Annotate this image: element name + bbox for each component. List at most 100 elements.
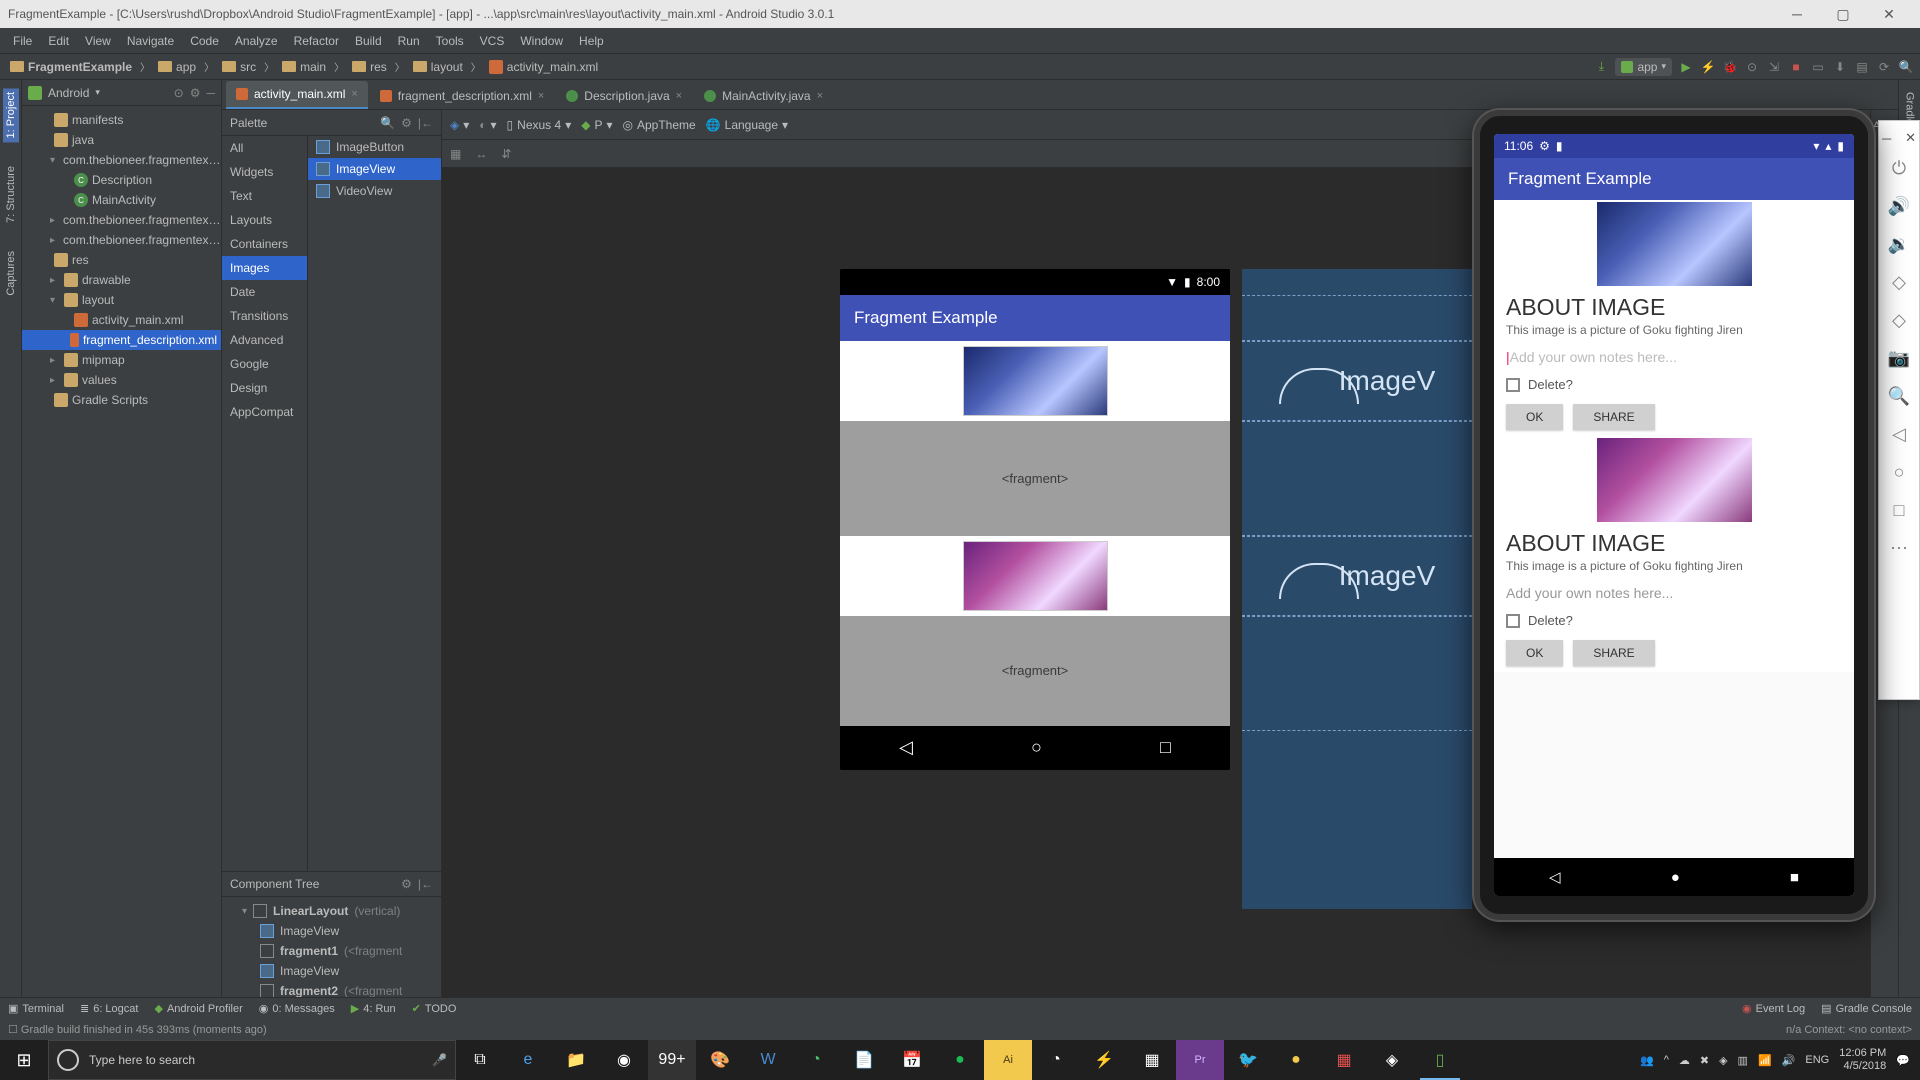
- hide-icon[interactable]: ─: [206, 86, 215, 100]
- close-button[interactable]: ✕: [1866, 0, 1912, 28]
- outlook-icon[interactable]: 99+: [648, 1040, 696, 1080]
- volume-down-icon[interactable]: 🔉: [1884, 227, 1914, 261]
- gradle-console-button[interactable]: ▤ Gradle Console: [1821, 1002, 1912, 1015]
- attach-button[interactable]: ⇲: [1766, 59, 1782, 75]
- pan-mode-icon[interactable]: ↔: [475, 147, 487, 161]
- home-icon[interactable]: ○: [1884, 455, 1914, 489]
- start-button[interactable]: ⊞: [0, 1040, 48, 1080]
- preview-fragment[interactable]: <fragment>: [840, 421, 1230, 536]
- tray-icon[interactable]: ▥: [1738, 1054, 1748, 1067]
- lang-indicator[interactable]: ENG: [1805, 1054, 1829, 1066]
- tree-item[interactable]: CDescription: [22, 170, 221, 190]
- camera-icon[interactable]: 📷: [1884, 341, 1914, 375]
- palette-category[interactable]: Layouts: [222, 208, 307, 232]
- component-tree-item[interactable]: fragment1 (<fragment: [222, 941, 441, 961]
- editor-tab[interactable]: fragment_description.xml×: [370, 83, 555, 109]
- chrome-icon[interactable]: ◉: [600, 1040, 648, 1080]
- editor-tab[interactable]: activity_main.xml×: [226, 81, 368, 109]
- gear-icon[interactable]: ⚙: [401, 877, 412, 891]
- whatsapp-icon[interactable]: ◔: [792, 1040, 840, 1080]
- tool-todo[interactable]: ✔ TODO: [412, 1002, 457, 1015]
- preview-fragment[interactable]: <fragment>: [840, 616, 1230, 726]
- menu-help[interactable]: Help: [572, 31, 611, 51]
- tool-messages[interactable]: ◉ 0: Messages: [259, 1002, 335, 1015]
- tab-structure[interactable]: 7: Structure: [3, 162, 19, 227]
- search-icon[interactable]: 🔍: [380, 116, 395, 130]
- ok-button[interactable]: OK: [1506, 640, 1563, 666]
- spotify-icon[interactable]: ●: [936, 1040, 984, 1080]
- orientation-dropdown[interactable]: ◐▾: [479, 118, 496, 132]
- device-dropdown[interactable]: ▯ Nexus 4 ▾: [507, 118, 572, 132]
- design-surface-dropdown[interactable]: ◈▾: [450, 118, 469, 132]
- palette-category[interactable]: Google: [222, 352, 307, 376]
- menu-window[interactable]: Window: [513, 31, 570, 51]
- app-icon[interactable]: 🐦: [1224, 1040, 1272, 1080]
- palette-item[interactable]: ImageButton: [308, 136, 441, 158]
- collapse-icon[interactable]: ⊙: [174, 86, 184, 100]
- delete-checkbox[interactable]: Delete?: [1494, 607, 1854, 634]
- menu-edit[interactable]: Edit: [41, 31, 76, 51]
- editor-tab[interactable]: MainActivity.java×: [694, 83, 833, 109]
- preview-imageview[interactable]: [840, 341, 1230, 421]
- share-button[interactable]: SHARE: [1573, 404, 1654, 430]
- tab-captures[interactable]: Captures: [3, 247, 19, 300]
- delete-checkbox[interactable]: Delete?: [1494, 371, 1854, 398]
- sdk-button[interactable]: ⬇: [1832, 59, 1848, 75]
- instant-run-icon[interactable]: ⚡: [1700, 59, 1716, 75]
- palette-category[interactable]: Images: [222, 256, 307, 280]
- menu-view[interactable]: View: [78, 31, 118, 51]
- build-icon[interactable]: ⤓: [1593, 59, 1609, 75]
- menu-vcs[interactable]: VCS: [473, 31, 512, 51]
- palette-category[interactable]: Date: [222, 280, 307, 304]
- editor-tab[interactable]: Description.java×: [556, 83, 692, 109]
- emu-close-button[interactable]: ✕: [1905, 130, 1916, 146]
- recents-icon[interactable]: □: [1884, 493, 1914, 527]
- app-icon[interactable]: ⚡: [1080, 1040, 1128, 1080]
- debug-button[interactable]: 🐞: [1722, 59, 1738, 75]
- structure-button[interactable]: ▤: [1854, 59, 1870, 75]
- tree-item[interactable]: java: [22, 130, 221, 150]
- project-view-dropdown[interactable]: Android: [48, 86, 89, 100]
- tree-item[interactable]: CMainActivity: [22, 190, 221, 210]
- hide-icon[interactable]: |←: [418, 116, 433, 130]
- tree-item[interactable]: fragment_description.xml: [22, 330, 221, 350]
- tray-chevron-icon[interactable]: ^: [1664, 1054, 1669, 1066]
- palette-item[interactable]: VideoView: [308, 180, 441, 202]
- palette-category[interactable]: All: [222, 136, 307, 160]
- hide-icon[interactable]: |←: [418, 877, 433, 891]
- explorer-icon[interactable]: 📁: [552, 1040, 600, 1080]
- breadcrumb[interactable]: FragmentExample: [6, 58, 136, 76]
- unity-icon[interactable]: ◈: [1368, 1040, 1416, 1080]
- emulator-window[interactable]: 11:06 ⚙ ▮ ▾ ▴ ▮ Fragment Example ABOUT I…: [1474, 110, 1874, 920]
- people-icon[interactable]: 👥: [1640, 1054, 1654, 1067]
- palette-category[interactable]: Design: [222, 376, 307, 400]
- more-icon[interactable]: ⋯: [1884, 531, 1914, 565]
- back-icon[interactable]: ◁: [1549, 868, 1561, 886]
- tree-item[interactable]: activity_main.xml: [22, 310, 221, 330]
- onedrive-icon[interactable]: ☁: [1679, 1054, 1690, 1067]
- menu-file[interactable]: File: [6, 31, 39, 51]
- steam-icon[interactable]: ◔: [1032, 1040, 1080, 1080]
- tree-item[interactable]: manifests: [22, 110, 221, 130]
- zoom-icon[interactable]: 🔍: [1884, 379, 1914, 413]
- rotate-left-icon[interactable]: ◇: [1884, 265, 1914, 299]
- dropbox-icon[interactable]: ◈: [1719, 1054, 1727, 1067]
- paint-icon[interactable]: 🎨: [696, 1040, 744, 1080]
- notifications-icon[interactable]: 💬: [1896, 1054, 1910, 1067]
- theme-dropdown[interactable]: ◎ AppTheme: [623, 118, 696, 132]
- notes-input[interactable]: Add your own notes here...: [1494, 579, 1854, 607]
- gear-icon[interactable]: ⚙: [190, 86, 201, 100]
- component-tree-item[interactable]: ImageView: [222, 921, 441, 941]
- stop-button[interactable]: ■: [1788, 59, 1804, 75]
- zoom-mode-icon[interactable]: ⇵: [501, 147, 511, 161]
- notes-input[interactable]: |Add your own notes here...: [1494, 343, 1854, 371]
- calculator-icon[interactable]: ▦: [1128, 1040, 1176, 1080]
- palette-category[interactable]: Widgets: [222, 160, 307, 184]
- home-icon[interactable]: ●: [1671, 869, 1680, 886]
- share-button[interactable]: SHARE: [1573, 640, 1654, 666]
- tree-item[interactable]: ▸com.thebioneer.fragmentex…: [22, 210, 221, 230]
- run-button[interactable]: ▶: [1678, 59, 1694, 75]
- calendar-icon[interactable]: 📅: [888, 1040, 936, 1080]
- power-icon[interactable]: ⏻: [1884, 151, 1914, 185]
- taskbar-search[interactable]: Type here to search 🎤: [48, 1040, 456, 1080]
